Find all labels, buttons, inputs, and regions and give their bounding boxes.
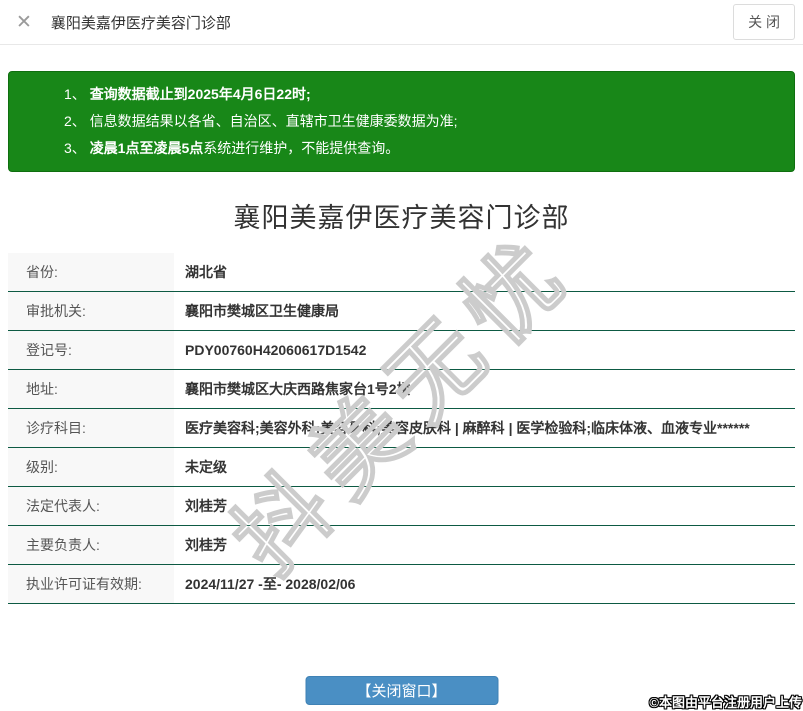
table-row-approval-authority: 审批机关: 襄阳市樊城区卫生健康局 <box>8 292 795 331</box>
table-row-level: 级别: 未定级 <box>8 448 795 487</box>
table-row-registration-number: 登记号: PDY00760H42060617D1542 <box>8 331 795 370</box>
notice-line-1: 1、 查询数据截止到2025年4月6日22时; <box>64 81 778 108</box>
row-value: PDY00760H42060617D1542 <box>174 331 795 369</box>
row-label: 诊疗科目: <box>8 409 174 447</box>
close-window-button[interactable]: 【关闭窗口】 <box>305 676 498 705</box>
row-label: 主要负责人: <box>8 526 174 564</box>
row-value: 襄阳市樊城区大庆西路焦家台1号2楼 <box>174 370 795 408</box>
row-label: 执业许可证有效期: <box>8 565 174 603</box>
notice-line-number: 3、 <box>64 140 90 156</box>
row-label: 省份: <box>8 253 174 291</box>
table-row-legal-representative: 法定代表人: 刘桂芳 <box>8 487 795 526</box>
notice-line-bold-text: 凌晨1点至凌晨5点 <box>90 140 204 156</box>
table-row-province: 省份: 湖北省 <box>8 253 795 292</box>
table-row-address: 地址: 襄阳市樊城区大庆西路焦家台1号2楼 <box>8 370 795 409</box>
row-value: 湖北省 <box>174 253 795 291</box>
table-row-treatment-subjects: 诊疗科目: 医疗美容科;美容外科;美容牙科;美容皮肤科 | 麻醉科 | 医学检验… <box>8 409 795 448</box>
row-value: 刘桂芳 <box>174 487 795 525</box>
notice-box: 1、 查询数据截止到2025年4月6日22时; 2、 信息数据结果以各省、自治区… <box>8 71 795 172</box>
close-icon[interactable]: ✕ <box>16 13 32 32</box>
notice-line-text: 系统进行维护，不能提供查询。 <box>203 140 399 156</box>
table-row-license-validity: 执业许可证有效期: 2024/11/27 -至- 2028/02/06 <box>8 565 795 604</box>
notice-line-2: 2、 信息数据结果以各省、自治区、直辖市卫生健康委数据为准; <box>64 108 778 135</box>
notice-line-bold-text: 查询数据截止到2025年4月6日22时; <box>90 86 311 102</box>
page-title: 襄阳美嘉伊医疗美容门诊部 <box>0 196 803 235</box>
row-label: 登记号: <box>8 331 174 369</box>
close-button[interactable]: 关 闭 <box>733 4 795 40</box>
row-label: 法定代表人: <box>8 487 174 525</box>
row-value: 医疗美容科;美容外科;美容牙科;美容皮肤科 | 麻醉科 | 医学检验科;临床体液… <box>174 409 795 447</box>
uploader-credit-watermark: ©本图由平台注册用户上传 <box>649 692 802 711</box>
title-bar: ✕ 襄阳美嘉伊医疗美容门诊部 关 闭 <box>0 0 803 45</box>
row-label: 级别: <box>8 448 174 486</box>
notice-line-3: 3、 凌晨1点至凌晨5点系统进行维护，不能提供查询。 <box>64 135 778 162</box>
window-title: 襄阳美嘉伊医疗美容门诊部 <box>51 12 231 33</box>
row-value: 2024/11/27 -至- 2028/02/06 <box>174 565 795 603</box>
notice-line-number: 2、 <box>64 113 90 129</box>
row-value: 刘桂芳 <box>174 526 795 564</box>
table-row-main-person-in-charge: 主要负责人: 刘桂芳 <box>8 526 795 565</box>
row-label: 地址: <box>8 370 174 408</box>
clinic-detail-table: 省份: 湖北省 审批机关: 襄阳市樊城区卫生健康局 登记号: PDY00760H… <box>8 253 795 604</box>
notice-line-number: 1、 <box>64 86 90 102</box>
row-value: 未定级 <box>174 448 795 486</box>
dialog-window: ✕ 襄阳美嘉伊医疗美容门诊部 关 闭 1、 查询数据截止到2025年4月6日22… <box>0 0 803 711</box>
row-label: 审批机关: <box>8 292 174 330</box>
notice-line-text: 信息数据结果以各省、自治区、直辖市卫生健康委数据为准; <box>90 113 458 129</box>
row-value: 襄阳市樊城区卫生健康局 <box>174 292 795 330</box>
